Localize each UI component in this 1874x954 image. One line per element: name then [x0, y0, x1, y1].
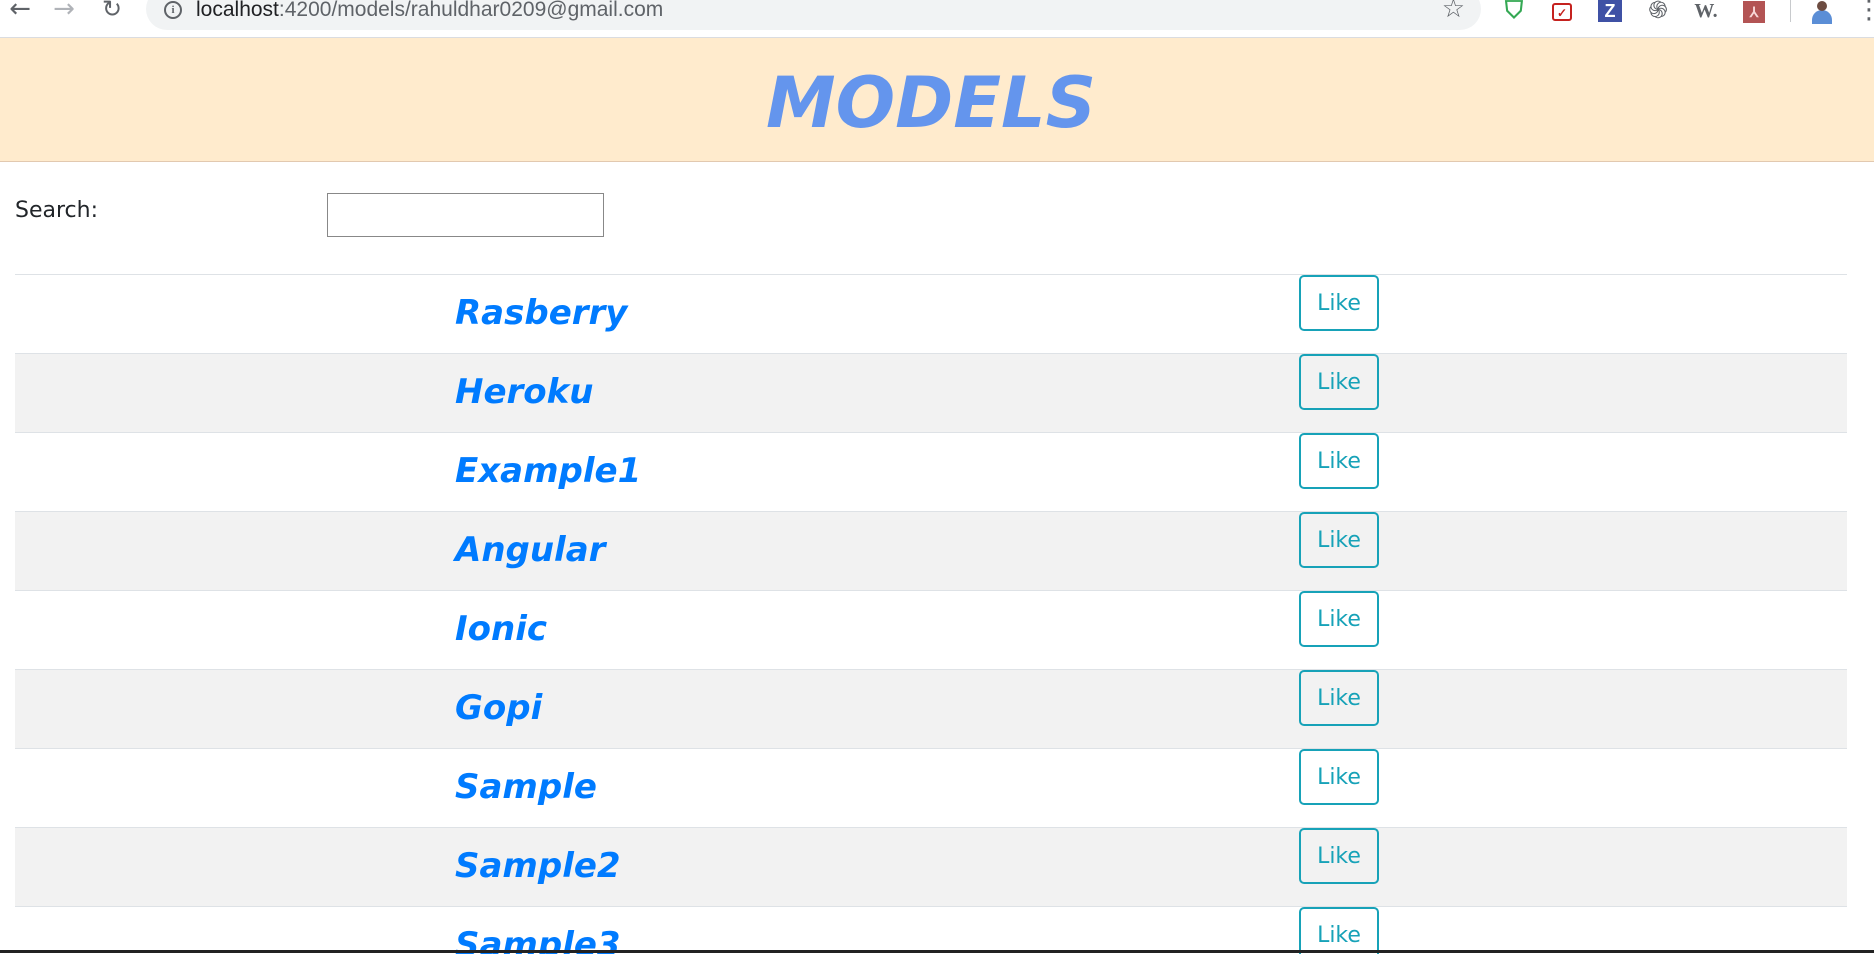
table-row: Gopi Like — [15, 670, 1847, 749]
like-button[interactable]: Like — [1299, 591, 1379, 647]
star-icon[interactable]: ☆ — [1442, 0, 1465, 22]
zotero-extension-icon[interactable]: Z — [1596, 0, 1624, 24]
model-name-link[interactable]: Sample — [455, 765, 597, 809]
like-button[interactable]: Like — [1299, 433, 1379, 489]
model-name-link[interactable]: Example1 — [455, 449, 641, 493]
model-name-link[interactable]: Angular — [455, 528, 605, 572]
like-button[interactable]: Like — [1299, 275, 1379, 331]
table-row: Sample2 Like — [15, 828, 1847, 907]
shield-extension-icon[interactable]: ⛉ — [1500, 0, 1528, 24]
forward-arrow-icon[interactable]: → — [44, 0, 84, 22]
kebab-menu-icon[interactable]: ⋮ — [1856, 0, 1874, 23]
table-row: Sample Like — [15, 749, 1847, 828]
like-button[interactable]: Like — [1299, 670, 1379, 726]
page-header: MODELS — [0, 38, 1874, 162]
url-host: localhost — [196, 0, 279, 21]
like-button[interactable]: Like — [1299, 354, 1379, 410]
url-path: :4200/models/rahuldhar0209@gmail.com — [278, 0, 664, 21]
reload-icon[interactable]: ↻ — [92, 0, 132, 22]
like-button[interactable]: Like — [1299, 828, 1379, 884]
table-row: Angular Like — [15, 512, 1847, 591]
back-arrow-icon[interactable]: ← — [0, 0, 40, 22]
swirl-extension-icon[interactable]: ֍ — [1644, 0, 1672, 24]
model-name-link[interactable]: Ionic — [455, 607, 547, 651]
like-button[interactable]: Like — [1299, 907, 1379, 954]
profile-avatar-icon[interactable] — [1808, 0, 1836, 24]
info-icon[interactable]: i — [164, 1, 182, 19]
pocket-extension-icon[interactable]: ✓ — [1548, 0, 1576, 24]
table-row: Ionic Like — [15, 591, 1847, 670]
like-button[interactable]: Like — [1299, 749, 1379, 805]
address-bar[interactable]: i localhost:4200/models/rahuldhar0209@gm… — [146, 0, 1481, 30]
table-row: Heroku Like — [15, 354, 1847, 433]
pdf-extension-icon[interactable]: ⅄ — [1740, 0, 1768, 24]
model-name-link[interactable]: Sample2 — [455, 844, 621, 888]
search-input[interactable] — [327, 193, 604, 237]
table-row: Example1 Like — [15, 433, 1847, 512]
page-title: MODELS — [765, 62, 1097, 144]
model-name-link[interactable]: Heroku — [455, 370, 593, 414]
model-name-link[interactable]: Gopi — [455, 686, 542, 730]
table-row: Sample3 Like — [15, 907, 1847, 954]
table-row: Rasberry Like — [15, 275, 1847, 354]
search-label: Search: — [15, 198, 98, 223]
toolbar-divider — [1790, 0, 1791, 22]
model-list: Rasberry Like Heroku Like Example1 Like Angula… — [15, 274, 1847, 954]
url-text[interactable]: localhost:4200/models/rahuldhar0209@gmai… — [196, 0, 663, 22]
model-name-link[interactable]: Rasberry — [455, 291, 627, 335]
like-button[interactable]: Like — [1299, 512, 1379, 568]
wiki-extension-icon[interactable]: W. — [1692, 0, 1720, 24]
browser-toolbar: ← → ↻ i localhost:4200/models/rahuldhar0… — [0, 0, 1874, 38]
